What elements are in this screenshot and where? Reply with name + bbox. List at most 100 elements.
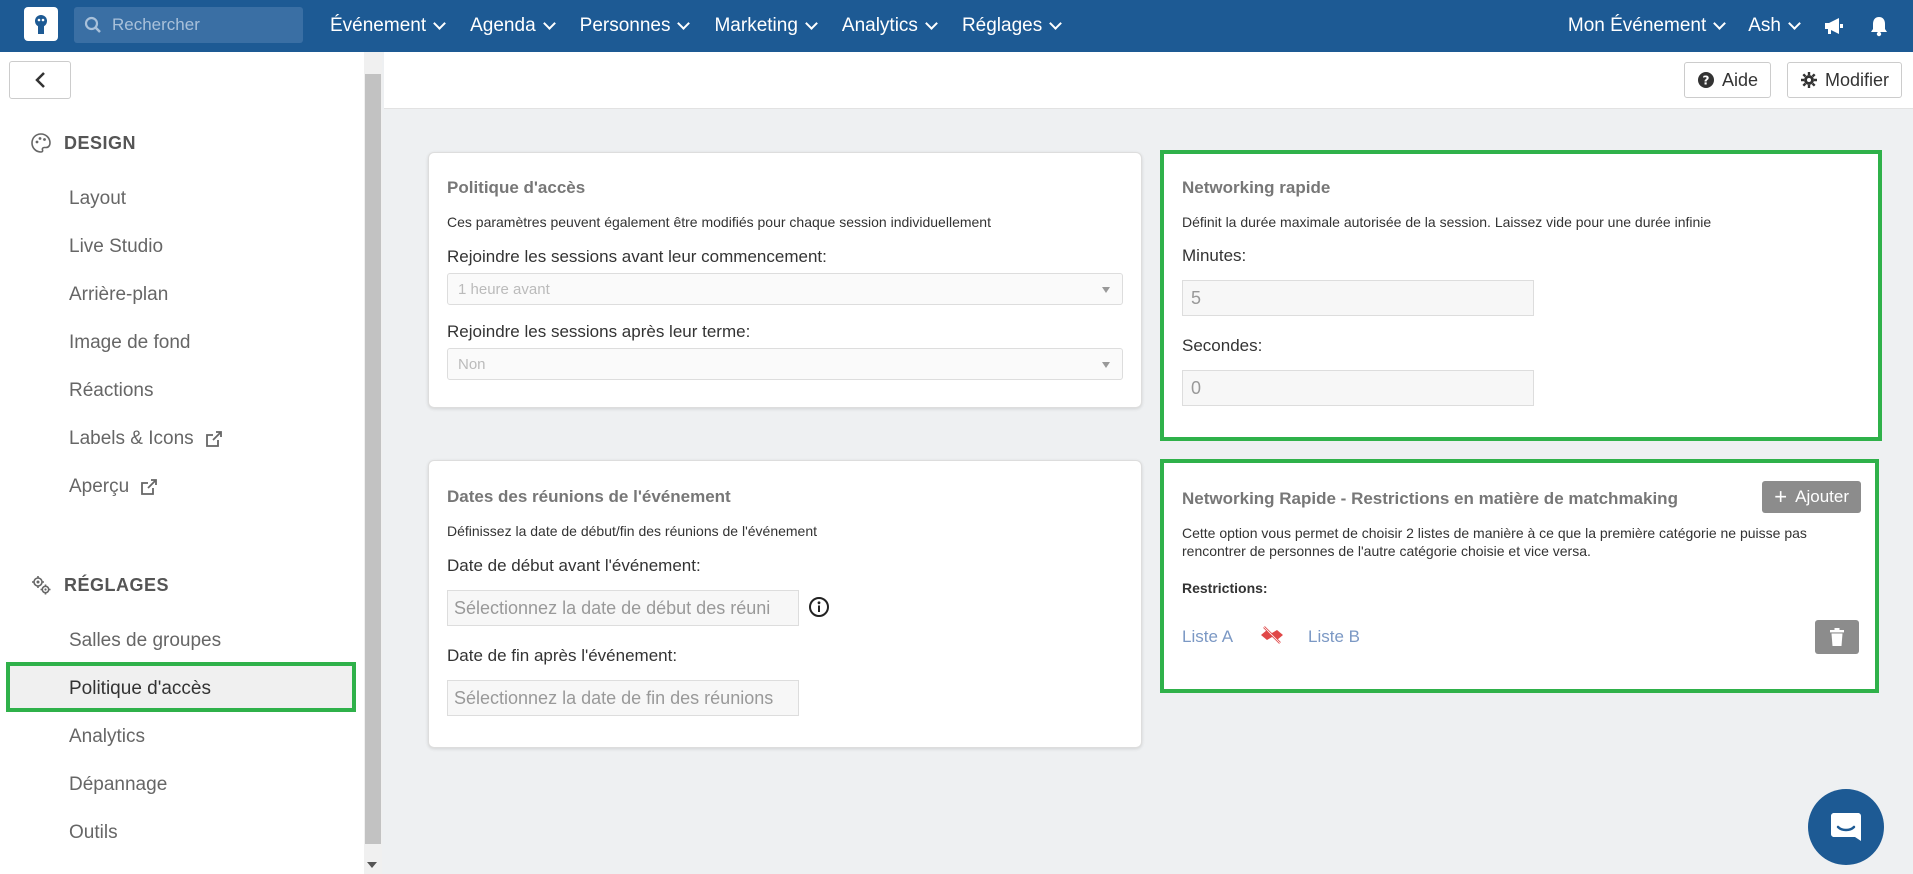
edit-button[interactable]: Modifier	[1786, 62, 1902, 98]
search-input[interactable]: Rechercher	[74, 7, 303, 43]
edit-label: Modifier	[1824, 69, 1889, 90]
help-button[interactable]: ? Aide	[1683, 62, 1771, 98]
chat-icon	[1831, 813, 1861, 841]
sidebar-item-reactions[interactable]: Réactions	[69, 380, 154, 402]
nav-agenda[interactable]: Agenda	[470, 15, 556, 37]
notifications-button[interactable]	[1869, 15, 1889, 37]
nav-evenement[interactable]: Événement	[330, 15, 446, 37]
sidebar-item-analytics[interactable]: Analytics	[69, 726, 145, 748]
card-description: Définissez la date de début/fin des réun…	[447, 523, 818, 539]
nav-analytics[interactable]: Analytics	[841, 15, 938, 37]
sidebar-item-layout[interactable]: Layout	[69, 188, 126, 210]
sidebar-item-arriere-plan[interactable]: Arrière-plan	[69, 284, 168, 306]
sidebar-item-image-de-fond[interactable]: Image de fond	[69, 332, 190, 354]
end-date-input[interactable]: Sélectionnez la date de fin des réunions	[447, 680, 799, 716]
sidebar-item-label: Politique d'accès	[69, 678, 211, 699]
join-before-label: Rejoindre les sessions avant leur commen…	[447, 247, 827, 266]
sidebar-item-label: Outils	[69, 822, 118, 843]
main-nav: Événement Agenda Personnes Marketing Ana…	[330, 0, 1086, 52]
seconds-input[interactable]: 0	[1182, 370, 1534, 406]
nav-label: Analytics	[841, 15, 918, 36]
start-date-input[interactable]: Sélectionnez la date de début des réuni	[447, 590, 799, 626]
minutes-label: Minutes:	[1182, 246, 1247, 265]
sidebar-item-depannage[interactable]: Dépannage	[69, 774, 167, 796]
megaphone-icon	[1825, 18, 1843, 34]
input-value: 0	[1191, 377, 1202, 398]
sidebar-item-label: Live Studio	[69, 236, 164, 257]
sidebar-item-labels-icons[interactable]: Labels & Icons	[69, 428, 224, 450]
chevron-down-icon	[1713, 17, 1727, 30]
restrictions-label: Restrictions:	[1182, 580, 1268, 596]
card-title: Politique d'accès	[447, 178, 586, 197]
user-menu[interactable]: Ash	[1748, 15, 1801, 37]
external-link-icon	[141, 479, 158, 495]
back-button[interactable]	[9, 61, 71, 99]
sidebar-item-politique-acces[interactable]: Politique d'accès	[69, 678, 211, 700]
chevron-down-icon	[542, 17, 556, 30]
access-policy-card: Politique d'accès Ces paramètres peuvent…	[428, 152, 1142, 408]
settings-sidebar: DESIGN Layout Live Studio Arrière-plan I…	[0, 52, 366, 874]
svg-text:?: ?	[1702, 74, 1709, 88]
end-date-label: Date de fin après l'événement:	[447, 646, 678, 665]
chevron-down-icon	[925, 17, 938, 30]
matchmaking-restrictions-card: Networking Rapide - Restrictions en mati…	[1160, 459, 1879, 693]
palette-icon	[31, 133, 51, 153]
add-restriction-button[interactable]: + Ajouter	[1762, 481, 1861, 513]
speed-networking-card: Networking rapide Définit la durée maxim…	[1160, 150, 1882, 441]
join-after-select[interactable]: Non	[447, 348, 1123, 380]
gear-icon	[1800, 72, 1817, 88]
card-description: Définit la durée maximale autorisée de l…	[1182, 214, 1712, 230]
external-link-icon	[205, 431, 222, 447]
nav-reglages[interactable]: Réglages	[962, 15, 1063, 37]
bell-icon	[1871, 17, 1887, 37]
trash-icon	[1830, 628, 1844, 646]
sidebar-item-label: Analytics	[69, 726, 146, 747]
start-date-label: Date de début avant l'événement:	[447, 556, 701, 575]
question-circle-icon: ?	[1697, 72, 1714, 88]
list-a-link[interactable]: Liste A	[1182, 627, 1233, 647]
scrollbar-thumb[interactable]	[365, 74, 381, 844]
settings-section-title: RÉGLAGES	[30, 574, 169, 596]
sidebar-item-label: Aperçu	[69, 476, 130, 497]
content-header: ? Aide Modifier	[384, 52, 1913, 109]
settings-title-label: RÉGLAGES	[64, 574, 170, 595]
card-description: Ces paramètres peuvent également être mo…	[447, 214, 991, 230]
join-after-label: Rejoindre les sessions après leur terme:	[447, 322, 751, 341]
nav-label: Agenda	[470, 15, 536, 36]
event-selector[interactable]: Mon Événement	[1568, 15, 1727, 37]
app-logo[interactable]	[24, 7, 58, 41]
nav-right: Mon Événement Ash	[1568, 0, 1913, 52]
info-button[interactable]	[808, 596, 830, 623]
chevron-down-icon	[1788, 17, 1801, 30]
scroll-down-arrow-icon[interactable]	[367, 862, 377, 868]
card-description-line1: Cette option vous permet de choisir 2 li…	[1182, 525, 1807, 541]
nav-marketing[interactable]: Marketing	[714, 15, 818, 37]
add-label: Ajouter	[1795, 487, 1849, 506]
input-placeholder: Sélectionnez la date de début des réuni	[454, 597, 771, 618]
sidebar-item-outils[interactable]: Outils	[69, 822, 118, 844]
nav-label: Personnes	[579, 15, 671, 36]
input-placeholder: Sélectionnez la date de fin des réunions	[454, 687, 774, 708]
user-name: Ash	[1748, 15, 1781, 36]
announcements-button[interactable]	[1823, 16, 1845, 36]
help-label: Aide	[1721, 69, 1758, 90]
no-meeting-icon	[1258, 625, 1286, 650]
card-title: Networking Rapide - Restrictions en mati…	[1182, 489, 1678, 508]
chat-launcher-button[interactable]	[1808, 789, 1884, 865]
seconds-label: Secondes:	[1182, 336, 1263, 355]
top-navbar: Rechercher Événement Agenda Personnes Ma…	[0, 0, 1913, 52]
info-icon	[809, 597, 829, 617]
list-b-link[interactable]: Liste B	[1308, 627, 1360, 647]
input-value: 5	[1191, 287, 1202, 308]
card-title: Dates des réunions de l'événement	[447, 487, 731, 506]
sidebar-item-live-studio[interactable]: Live Studio	[69, 236, 163, 258]
delete-restriction-button[interactable]	[1815, 620, 1859, 654]
minutes-input[interactable]: 5	[1182, 280, 1534, 316]
plus-icon: +	[1774, 484, 1788, 509]
sidebar-item-apercu[interactable]: Aperçu	[69, 476, 159, 498]
design-section-title: DESIGN	[30, 132, 136, 154]
join-before-select[interactable]: 1 heure avant	[447, 273, 1123, 305]
nav-personnes[interactable]: Personnes	[579, 15, 691, 37]
sidebar-item-salles-de-groupes[interactable]: Salles de groupes	[69, 630, 221, 652]
chevron-down-icon	[677, 17, 691, 30]
